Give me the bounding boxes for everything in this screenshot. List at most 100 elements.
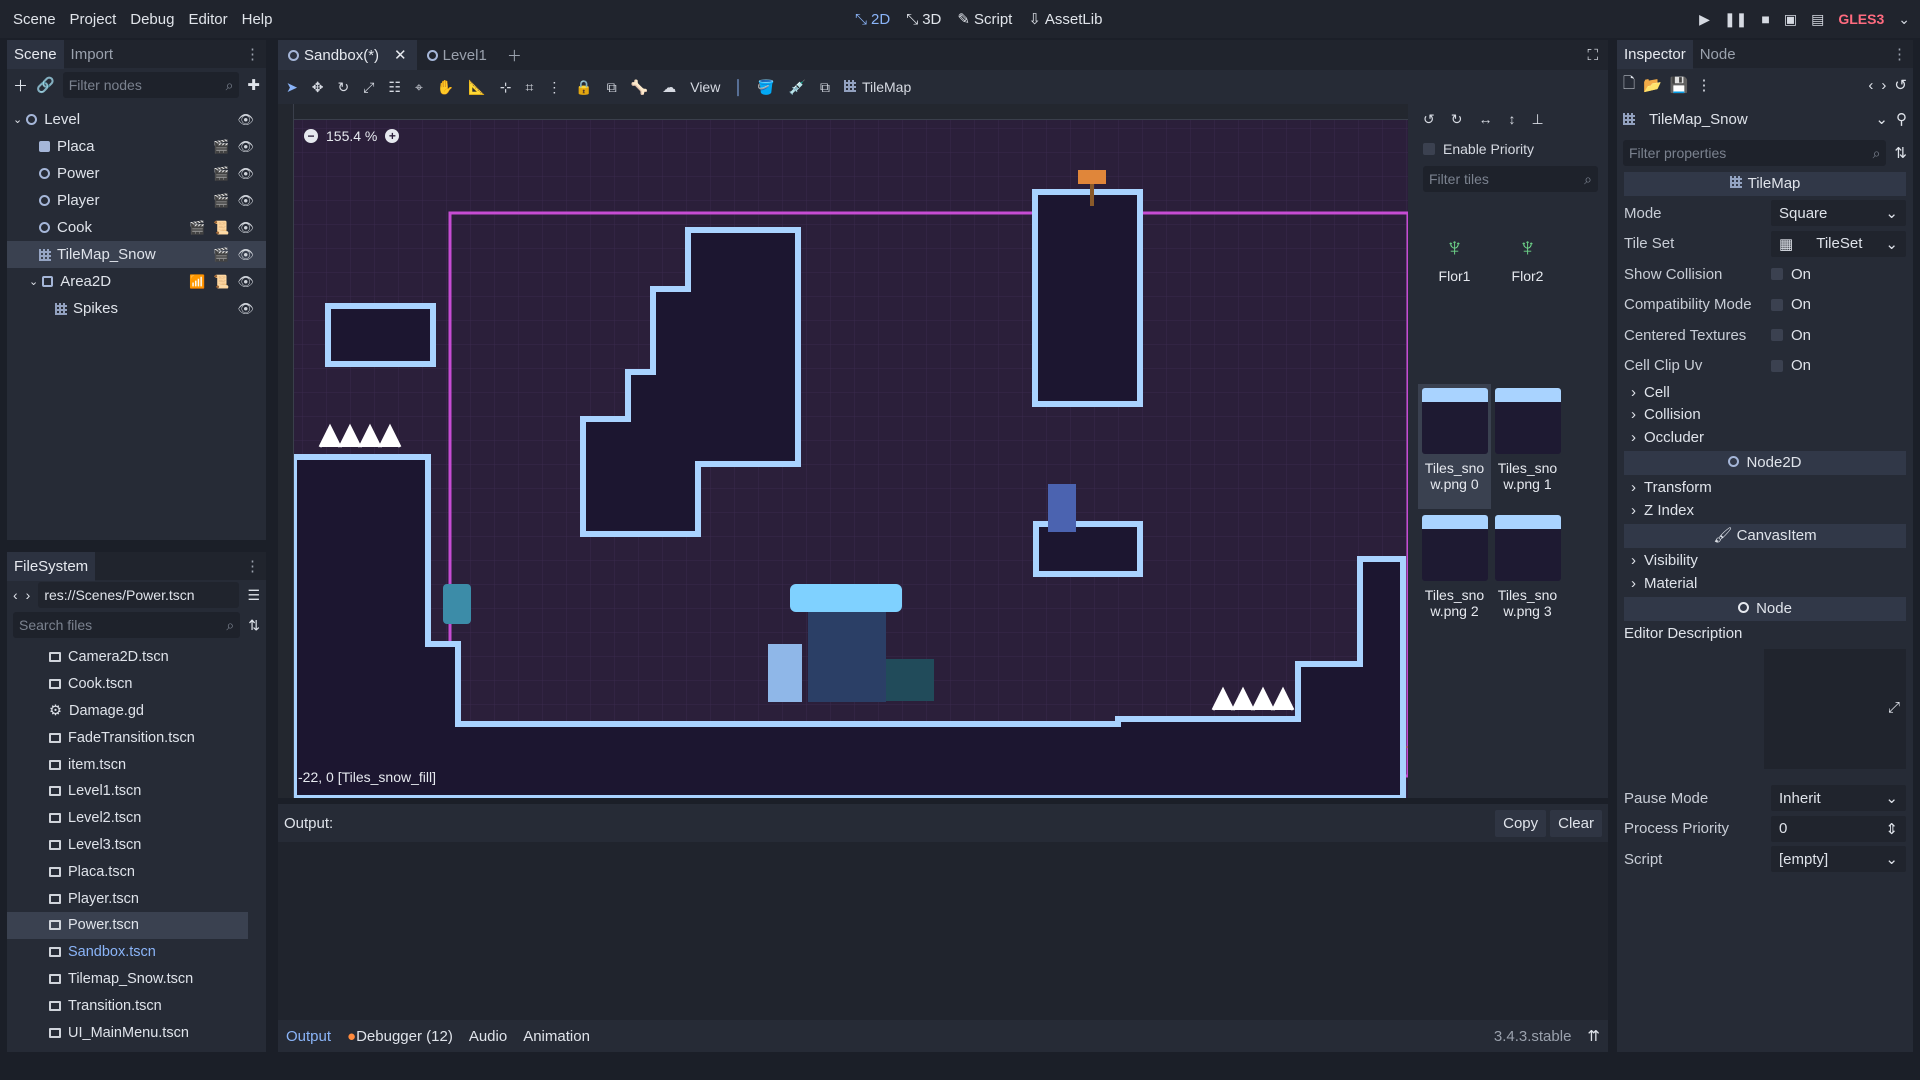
visibility-eye-icon[interactable]: 👁 (237, 166, 254, 182)
file-item[interactable]: item.tscn (7, 751, 266, 778)
save-icon[interactable]: 💾 (1670, 76, 1689, 94)
group-transform[interactable]: › Transform (1617, 477, 1913, 500)
rotate-left-icon[interactable]: ↺ (1423, 111, 1435, 128)
bottom-tab-audio[interactable]: Audio (469, 1028, 507, 1045)
visibility-eye-icon[interactable]: 👁 (237, 112, 254, 128)
copy-button[interactable]: Copy (1495, 809, 1547, 837)
scale-tool-icon[interactable]: ⤢ (363, 79, 374, 96)
tile-flor2[interactable]: ♆ Flor2 (1491, 204, 1564, 304)
bottom-tab-animation[interactable]: Animation (523, 1028, 590, 1045)
copy-tool-icon[interactable]: ⧉ (820, 79, 830, 96)
mode-select[interactable]: Square ⌄ (1771, 200, 1906, 227)
stop-icon[interactable]: ■ (1761, 11, 1769, 27)
add-tab-button[interactable]: ＋ (497, 40, 532, 70)
list-select-icon[interactable]: ☷ (388, 79, 401, 96)
tree-node-power[interactable]: Power 🎬 👁 (7, 160, 266, 187)
file-item[interactable]: Camera2D.tscn (7, 644, 266, 671)
output-log[interactable] (278, 842, 1608, 1020)
cloud-icon[interactable]: ☁ (662, 79, 676, 96)
more-icon[interactable]: ⋮ (1696, 76, 1711, 94)
tile-snow-1[interactable]: Tiles_sno w.png 1 (1491, 384, 1564, 509)
file-item[interactable]: Cook.tscn (7, 671, 266, 698)
paint-tool-icon[interactable]: │ (734, 79, 743, 95)
file-item[interactable]: Level1.tscn (7, 778, 266, 805)
pause-mode-select[interactable]: Inherit ⌄ (1771, 785, 1906, 812)
signal-icon[interactable]: 📶 (189, 274, 205, 290)
bottom-tab-output[interactable]: Output (286, 1028, 331, 1045)
tree-node-player[interactable]: Player 🎬 👁 (7, 187, 266, 214)
visibility-eye-icon[interactable]: 👁 (237, 247, 254, 263)
script-attach-icon[interactable]: ✚ (247, 76, 260, 94)
menu-editor[interactable]: Editor (181, 11, 234, 28)
centered-textures-checkbox[interactable]: On (1771, 327, 1811, 344)
script-select[interactable]: [empty] ⌄ (1771, 846, 1906, 873)
group-icon[interactable]: ⧉ (607, 79, 617, 96)
tile-snow-3[interactable]: Tiles_sno w.png 3 (1491, 511, 1564, 636)
tree-node-placa[interactable]: Placa 🎬 👁 (7, 133, 266, 160)
select-tool-icon[interactable]: ➤ (286, 79, 298, 96)
property-tools-icon[interactable]: ⚲ (1896, 110, 1907, 128)
menu-debug[interactable]: Debug (123, 11, 181, 28)
pan-tool-icon[interactable]: ✋ (437, 79, 454, 96)
filter-nodes-input[interactable]: Filter nodes ⌕ (62, 72, 240, 98)
history-icon[interactable]: ↺ (1894, 76, 1907, 94)
visibility-eye-icon[interactable]: 👁 (237, 139, 254, 155)
bone-icon[interactable]: 🦴 (631, 79, 648, 96)
open-folder-icon[interactable]: 📂 (1643, 76, 1662, 94)
file-item[interactable]: Transition.tscn (7, 992, 266, 1019)
tab-filesystem[interactable]: FileSystem (7, 551, 96, 581)
flip-v-icon[interactable]: ↕ (1508, 111, 1515, 127)
scene-tab-sandbox[interactable]: Sandbox(*) ✕ (278, 40, 417, 70)
play-icon[interactable]: ▶ (1699, 11, 1710, 28)
bucket-tool-icon[interactable]: 🪣 (757, 79, 774, 96)
grid-snap-icon[interactable]: ⌗ (525, 79, 533, 96)
tree-node-cook[interactable]: Cook 🎬 📜 👁 (7, 214, 266, 241)
rotate-right-icon[interactable]: ↻ (1451, 111, 1463, 128)
scene-tab-level1[interactable]: Level1 (417, 40, 497, 70)
tab-import[interactable]: Import (64, 40, 121, 69)
compatibility-mode-checkbox[interactable]: On (1771, 296, 1811, 313)
visibility-eye-icon[interactable]: 👁 (237, 274, 254, 290)
pin-icon[interactable]: ⇈ (1587, 1027, 1600, 1045)
horizontal-ruler[interactable] (278, 104, 1408, 120)
group-z-index[interactable]: › Z Index (1617, 499, 1913, 522)
clear-transform-icon[interactable]: ⊥ (1531, 111, 1543, 128)
menu-dots-icon[interactable]: ⋮ (245, 557, 266, 575)
file-item[interactable]: Level2.tscn (7, 805, 266, 832)
rotate-tool-icon[interactable]: ↻ (337, 79, 349, 96)
move-tool-icon[interactable]: ✥ (312, 79, 324, 96)
zoom-level[interactable]: 155.4 % (326, 128, 377, 144)
sort-icon[interactable]: ⇅ (1894, 144, 1907, 162)
group-cell[interactable]: › Cell (1617, 381, 1913, 404)
file-item[interactable]: ⚙ Damage.gd (7, 698, 266, 725)
snap-icon[interactable]: ⊹ (500, 79, 512, 96)
visibility-eye-icon[interactable]: 👁 (237, 220, 254, 236)
zoom-out-icon[interactable]: − (304, 129, 318, 143)
sort-icon[interactable]: ⇅ (248, 617, 260, 634)
menu-dots-icon[interactable]: ⋮ (1892, 45, 1913, 63)
tilemap-menu[interactable]: TileMap (843, 79, 911, 95)
visibility-eye-icon[interactable]: 👁 (237, 193, 254, 209)
history-forward-icon[interactable]: › (1881, 77, 1886, 94)
mode-2d-button[interactable]: ⤡ 2D (855, 11, 890, 28)
process-priority-spinbox[interactable]: 0 ⇕ (1771, 815, 1906, 842)
menu-dots-icon[interactable]: ⋮ (245, 45, 266, 63)
renderer-select[interactable]: GLES3 (1838, 11, 1884, 27)
group-collision[interactable]: › Collision (1617, 404, 1913, 427)
close-icon[interactable]: ✕ (394, 46, 407, 64)
tile-snow-2[interactable]: Tiles_sno w.png 2 (1418, 511, 1491, 636)
fullscreen-icon[interactable]: ⛶ (1587, 47, 1608, 64)
mode-script-button[interactable]: ✎ Script (957, 10, 1012, 29)
flip-h-icon[interactable]: ↔ (1478, 111, 1492, 127)
tab-scene[interactable]: Scene (7, 39, 64, 69)
file-item[interactable]: Placa.tscn (7, 858, 266, 885)
search-files-input[interactable]: Search files ⌕ (13, 612, 241, 638)
collapse-icon[interactable]: ⌄ (13, 113, 22, 126)
group-occluder[interactable]: › Occluder (1617, 426, 1913, 449)
2d-viewport[interactable]: − 155.4 % + -22, 0 [Tiles_snow_fill] (278, 104, 1408, 798)
mode-assetlib-button[interactable]: ⇩ AssetLib (1028, 10, 1102, 29)
split-view-icon[interactable]: ☰ (247, 587, 260, 604)
tile-snow-0[interactable]: Tiles_sno w.png 0 (1418, 384, 1491, 509)
pause-icon[interactable]: ❚❚ (1724, 11, 1747, 28)
editor-description-field[interactable]: ⤢ (1764, 649, 1906, 769)
